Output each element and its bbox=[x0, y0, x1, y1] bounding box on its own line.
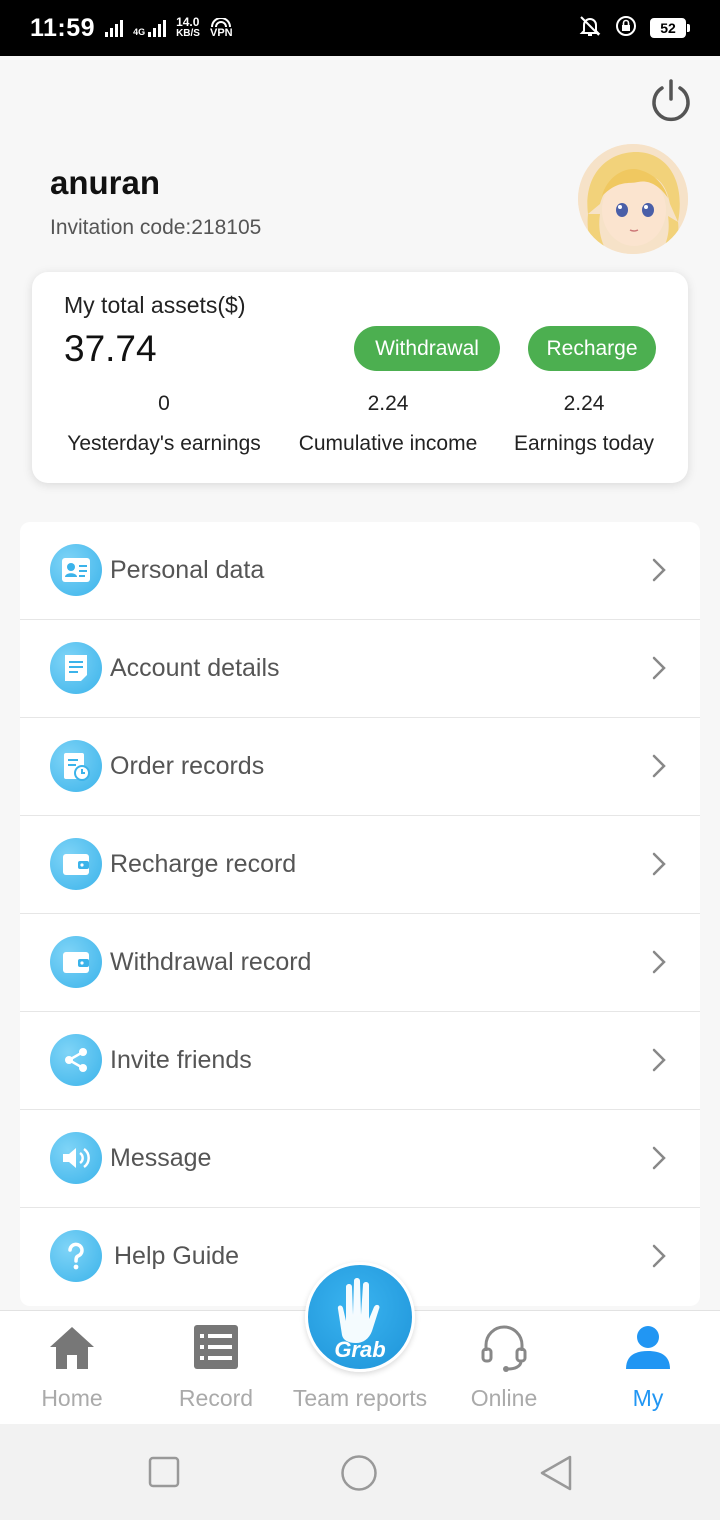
chevron-right-icon bbox=[652, 558, 666, 582]
nav-record[interactable]: Record bbox=[144, 1311, 288, 1425]
nav-my[interactable]: My bbox=[576, 1311, 720, 1425]
net-speed: 14.0 KB/S bbox=[176, 15, 200, 39]
menu-item-label: Order records bbox=[110, 752, 265, 780]
menu-item-account-details[interactable]: Account details bbox=[20, 620, 700, 718]
menu-item-order-records[interactable]: Order records bbox=[20, 718, 700, 816]
avatar[interactable] bbox=[578, 144, 688, 254]
withdrawal-button[interactable]: Withdrawal bbox=[354, 326, 500, 371]
assets-card: My total assets($) 37.74 Withdrawal Rech… bbox=[32, 272, 688, 483]
grab-label: Grab bbox=[334, 1337, 386, 1362]
back-button-icon[interactable] bbox=[538, 1454, 574, 1492]
chevron-right-icon bbox=[652, 754, 666, 778]
power-button[interactable] bbox=[648, 78, 694, 124]
menu-item-invite-friends[interactable]: Invite friends bbox=[20, 1012, 700, 1110]
stat-label: Yesterday's earnings bbox=[67, 432, 261, 455]
recents-button-icon[interactable] bbox=[148, 1456, 180, 1488]
speaker-icon bbox=[50, 1132, 102, 1184]
nav-online[interactable]: Online bbox=[432, 1311, 576, 1425]
chevron-right-icon bbox=[652, 1048, 666, 1072]
menu-item-label: Personal data bbox=[110, 556, 265, 584]
menu-item-label: Withdrawal record bbox=[110, 948, 312, 976]
help-icon bbox=[50, 1230, 102, 1282]
invitation-code: Invitation code:218105 bbox=[50, 216, 262, 239]
signal-4g-icon: 4G bbox=[133, 19, 167, 37]
menu-item-message[interactable]: Message bbox=[20, 1110, 700, 1208]
status-bar: 11:59 4G 14.0 KB/S VPN 52 bbox=[0, 0, 720, 56]
chevron-right-icon bbox=[652, 656, 666, 680]
rotation-lock-icon bbox=[614, 14, 638, 43]
menu-item-label: Message bbox=[110, 1144, 212, 1172]
nav-label: Record bbox=[178, 1385, 254, 1411]
menu-item-withdrawal-record[interactable]: Withdrawal record bbox=[20, 914, 700, 1012]
stat-label: Cumulative income bbox=[298, 432, 478, 455]
chevron-right-icon bbox=[652, 950, 666, 974]
status-time: 11:59 bbox=[30, 13, 96, 42]
stat-cumulative-income: 2.24 Cumulative income bbox=[290, 392, 486, 456]
power-icon bbox=[652, 79, 690, 122]
wallet-icon bbox=[50, 936, 102, 988]
avatar-image bbox=[578, 144, 688, 254]
user-icon bbox=[626, 1326, 670, 1369]
stat-earnings-today: 2.24 Earnings today bbox=[506, 392, 662, 456]
personal-card-icon bbox=[50, 544, 102, 596]
headset-icon bbox=[481, 1325, 527, 1372]
battery-icon: 52 bbox=[650, 18, 690, 38]
menu-list: Personal data Account details Order reco… bbox=[20, 522, 700, 1306]
silent-bell-icon bbox=[578, 14, 602, 43]
home-button-icon[interactable] bbox=[340, 1454, 378, 1492]
stat-value: 0 bbox=[158, 392, 170, 415]
menu-item-label: Help Guide bbox=[114, 1242, 240, 1270]
chevron-right-icon bbox=[652, 1146, 666, 1170]
nav-home[interactable]: Home bbox=[0, 1311, 144, 1425]
menu-item-label: Recharge record bbox=[110, 850, 297, 878]
home-icon bbox=[50, 1327, 94, 1369]
vpn-icon: VPN bbox=[210, 18, 233, 39]
list-icon bbox=[194, 1325, 238, 1369]
document-icon bbox=[50, 642, 102, 694]
stat-label: Earnings today bbox=[513, 432, 655, 455]
recharge-button[interactable]: Recharge bbox=[528, 326, 656, 371]
menu-item-recharge-record[interactable]: Recharge record bbox=[20, 816, 700, 914]
menu-item-label: Invite friends bbox=[110, 1046, 252, 1074]
stat-value: 2.24 bbox=[367, 392, 409, 415]
chevron-right-icon bbox=[652, 1244, 666, 1268]
nav-label: Home bbox=[41, 1385, 103, 1411]
stat-yesterday-earnings: 0 Yesterday's earnings bbox=[64, 392, 264, 456]
system-nav-bar bbox=[0, 1424, 720, 1520]
username: anuran bbox=[50, 164, 161, 201]
nav-label: Team reports bbox=[292, 1385, 428, 1411]
signal-icon bbox=[105, 19, 124, 37]
nav-label: My bbox=[632, 1385, 664, 1411]
menu-item-label: Account details bbox=[110, 654, 280, 682]
order-clock-icon bbox=[50, 740, 102, 792]
stat-value: 2.24 bbox=[563, 392, 605, 415]
grab-button[interactable]: Grab bbox=[305, 1262, 415, 1372]
wallet-icon bbox=[50, 838, 102, 890]
chevron-right-icon bbox=[652, 852, 666, 876]
menu-item-personal-data[interactable]: Personal data bbox=[20, 522, 700, 620]
total-assets-label: My total assets($) bbox=[64, 292, 246, 318]
total-assets-value: 37.74 bbox=[64, 328, 157, 369]
nav-label: Online bbox=[470, 1385, 538, 1411]
share-icon bbox=[50, 1034, 102, 1086]
